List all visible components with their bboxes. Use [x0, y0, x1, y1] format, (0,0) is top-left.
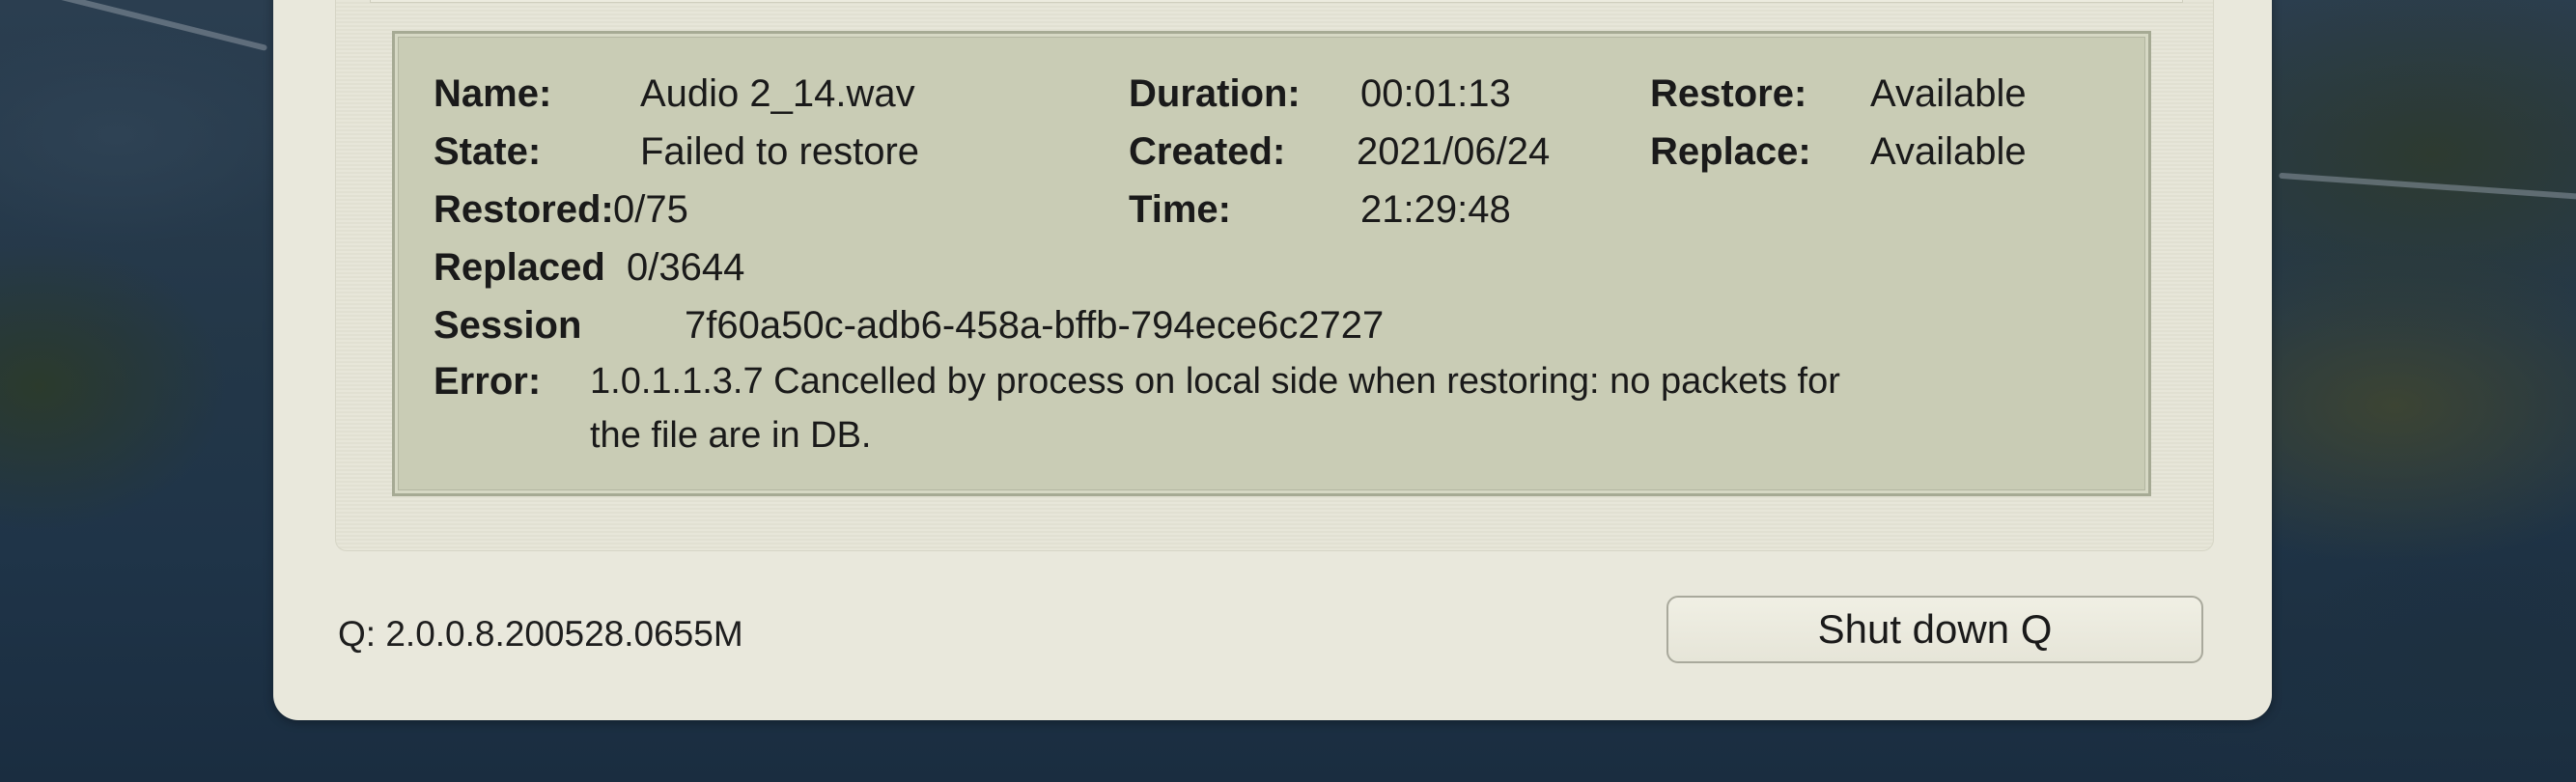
state-label: State:	[434, 130, 542, 173]
session-value: 7f60a50c-adb6-458a-bffb-794ece6c2727	[685, 304, 1385, 347]
restore-label: Restore:	[1650, 72, 1807, 115]
list-bottom-edge	[370, 0, 2183, 3]
file-info-box: Name: Audio 2_14.wav State: Failed to re…	[392, 31, 2151, 496]
restored-label: Restored:	[434, 188, 614, 231]
time-value: 21:29:48	[1360, 188, 1511, 231]
replace-value: Available	[1870, 130, 2027, 173]
replace-label: Replace:	[1650, 130, 1811, 173]
session-label: Session	[434, 304, 582, 347]
replaced-label: Replaced	[434, 246, 605, 289]
replaced-value: 0/3644	[627, 246, 745, 289]
time-label: Time:	[1129, 188, 1231, 231]
error-message-line2: the file are in DB.	[590, 415, 872, 456]
restored-value: 0/75	[613, 188, 688, 231]
error-message-line1: 1.0.1.1.3.7 Cancelled by process on loca…	[590, 361, 1840, 402]
version-text: Q: 2.0.0.8.200528.0655M	[338, 614, 743, 654]
duration-label: Duration:	[1129, 72, 1301, 115]
wallpaper-road	[41, 0, 268, 51]
created-value: 2021/06/24	[1357, 130, 1551, 173]
name-value: Audio 2_14.wav	[640, 72, 915, 115]
duration-value: 00:01:13	[1360, 72, 1511, 115]
state-value: Failed to restore	[640, 130, 920, 173]
created-label: Created:	[1129, 130, 1286, 173]
error-label: Error:	[434, 360, 542, 403]
shut-down-button[interactable]: Shut down Q	[1666, 596, 2203, 663]
name-label: Name:	[434, 72, 552, 115]
restore-value: Available	[1870, 72, 2027, 115]
wallpaper-road	[2279, 172, 2576, 201]
